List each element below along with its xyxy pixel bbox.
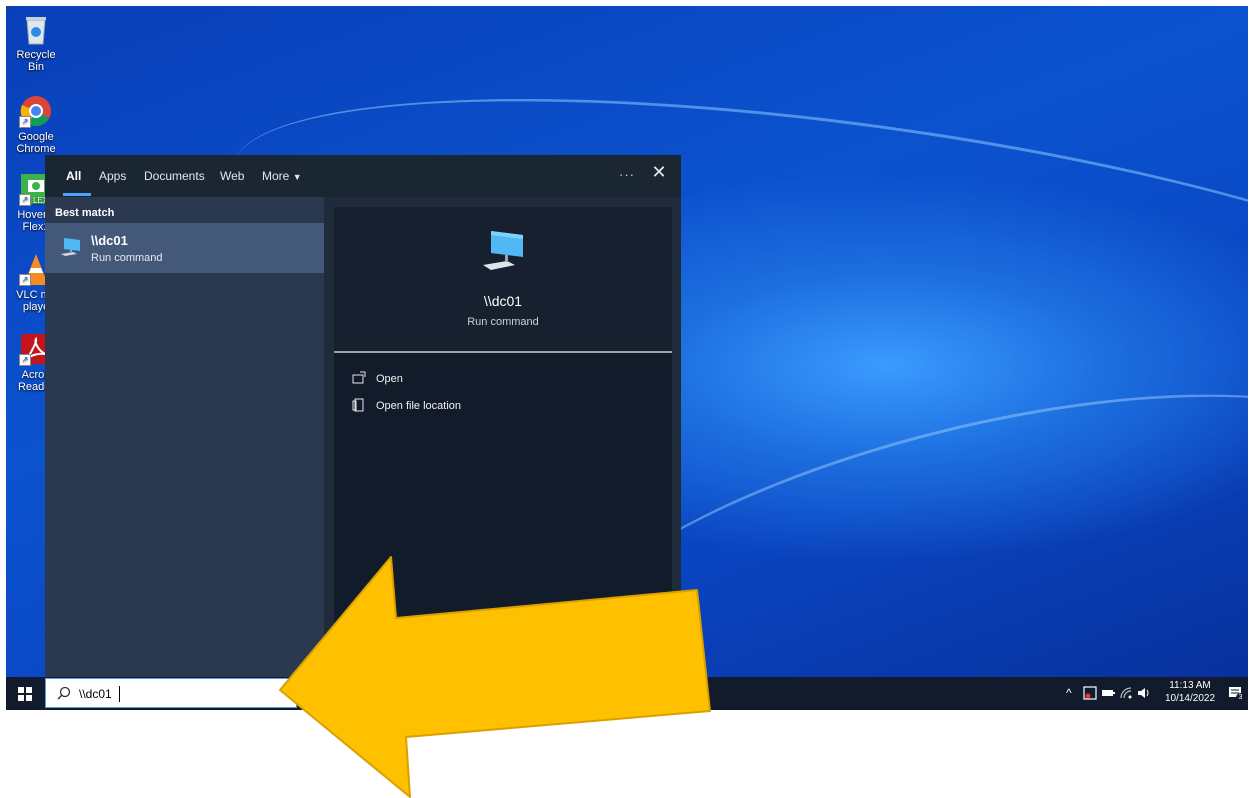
annotation-arrow: [279, 556, 711, 798]
